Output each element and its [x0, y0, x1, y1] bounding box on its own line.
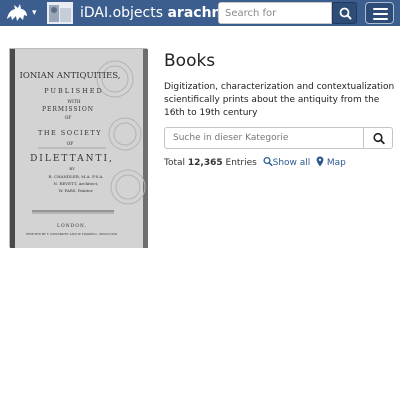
thumb-line: LONDON,	[57, 223, 87, 229]
site-title[interactable]: iDAI.objects arachne	[80, 5, 231, 21]
arachne-logo-icon[interactable]	[47, 2, 73, 24]
menu-toggle-button[interactable]	[365, 2, 394, 24]
total-count: 12,365	[187, 158, 223, 168]
thumb-line: W. PARS, Painter.	[59, 188, 94, 193]
thumb-line: OF	[67, 141, 74, 147]
thumb-line: THE SOCIETY	[38, 129, 102, 137]
thumb-line: IONIAN ANTIQUITIES,	[20, 71, 121, 81]
thumb-line: DILETTANTI,	[30, 154, 114, 164]
book-title-page-image: IONIAN ANTIQUITIES, PUBLISHED WITH PERMI…	[10, 49, 148, 248]
map-marker-icon	[316, 156, 324, 167]
map-link[interactable]: Map	[316, 156, 346, 168]
category-description: Digitization, characterization and conte…	[164, 82, 395, 118]
category-search-input[interactable]	[164, 127, 364, 149]
hamburger-bar	[373, 18, 388, 20]
total-suffix: Entries	[225, 158, 257, 168]
total-label: Total	[164, 158, 186, 168]
search-icon	[373, 132, 385, 145]
top-navbar: ▾ iDAI.objects arachne	[0, 0, 400, 26]
global-search-button[interactable]	[332, 2, 357, 24]
hamburger-bar	[373, 8, 388, 10]
thumb-line: R. CHANDLER, M.A. F.S.A.	[48, 174, 103, 179]
thumb-line: N. REVETT, Architect,	[54, 181, 99, 186]
winged-lion-icon[interactable]	[5, 3, 29, 23]
thumb-line: WITH	[67, 99, 80, 105]
brand-menu-caret[interactable]: ▾	[32, 8, 37, 18]
thumb-line: OF	[65, 115, 72, 121]
page-title: Books	[164, 51, 216, 71]
category-search-button[interactable]	[363, 127, 393, 149]
thumb-line: BY	[69, 166, 75, 171]
thumb-line: PUBLISHED	[44, 87, 103, 95]
entries-summary: Total 12,365 Entries Show all Map	[164, 156, 346, 169]
site-title-prefix: iDAI.objects	[80, 5, 168, 21]
map-label: Map	[326, 158, 346, 168]
category-thumbnail[interactable]: IONIAN ANTIQUITIES, PUBLISHED WITH PERMI…	[9, 48, 148, 248]
hamburger-bar	[373, 13, 388, 15]
search-icon	[339, 7, 352, 20]
show-all-link[interactable]: Show all	[263, 156, 311, 168]
global-search-input[interactable]	[218, 2, 332, 24]
show-all-label: Show all	[272, 158, 311, 168]
search-icon	[263, 156, 273, 167]
thumb-line: PERMISSION	[42, 106, 94, 113]
thumb-line: PRINTED BY T. SPILSBURY AND W. HASKELL, …	[26, 232, 118, 236]
